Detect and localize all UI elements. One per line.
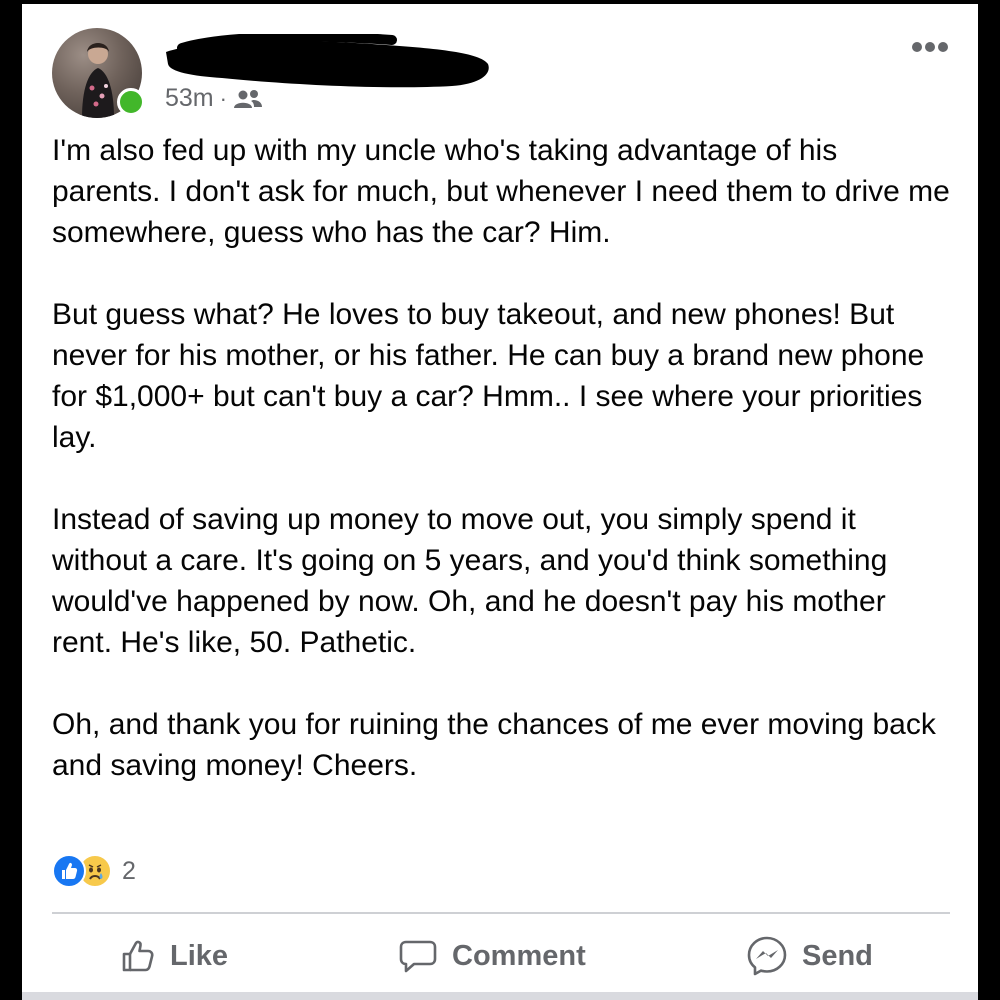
post-card: 53m · I'm also fed up with my uncle who'… (22, 4, 978, 1000)
post-paragraph: I'm also fed up with my uncle who's taki… (52, 134, 950, 249)
online-status-icon (117, 88, 145, 116)
feed-separator (22, 992, 978, 1000)
reaction-count: 2 (122, 856, 136, 885)
comment-icon (399, 940, 437, 973)
reaction-summary[interactable]: 2 (52, 854, 136, 888)
post-timestamp[interactable]: 53m (165, 84, 214, 113)
thumbs-up-icon (122, 940, 154, 972)
send-label: Send (802, 939, 873, 972)
action-bar: Like Comment Send (22, 930, 978, 982)
divider (52, 912, 950, 914)
comment-button[interactable]: Comment (398, 930, 586, 982)
comment-label: Comment (452, 939, 586, 972)
like-reaction-icon (52, 854, 86, 888)
meta-separator: · (219, 85, 227, 111)
send-button[interactable]: Send (746, 930, 873, 982)
messenger-icon (747, 936, 787, 976)
post-paragraph: Oh, and thank you for ruining the chance… (52, 708, 936, 782)
more-options-icon[interactable] (910, 40, 950, 54)
post-text: I'm also fed up with my uncle who's taki… (52, 130, 952, 786)
like-button[interactable]: Like (120, 930, 228, 982)
post-paragraph: But guess what? He loves to buy takeout,… (52, 298, 925, 454)
post-meta: 53m · (165, 84, 263, 113)
post-paragraph: Instead of saving up money to move out, … (52, 503, 888, 659)
like-label: Like (170, 939, 229, 972)
friends-icon[interactable] (233, 88, 263, 110)
